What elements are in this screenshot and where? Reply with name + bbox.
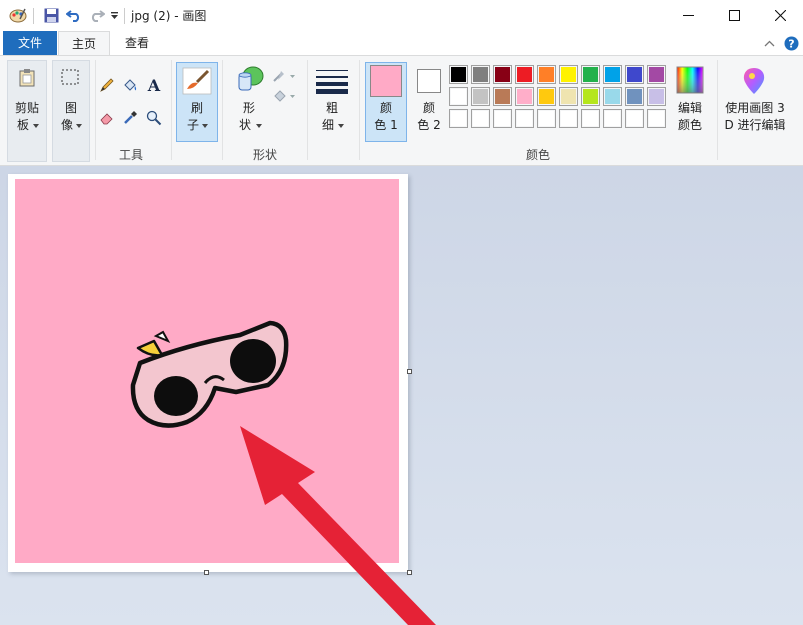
canvas-image [15, 179, 436, 625]
resize-handle-bottom[interactable] [204, 570, 209, 575]
resize-handle-corner[interactable] [407, 570, 412, 575]
resize-handle-right[interactable] [407, 369, 412, 374]
